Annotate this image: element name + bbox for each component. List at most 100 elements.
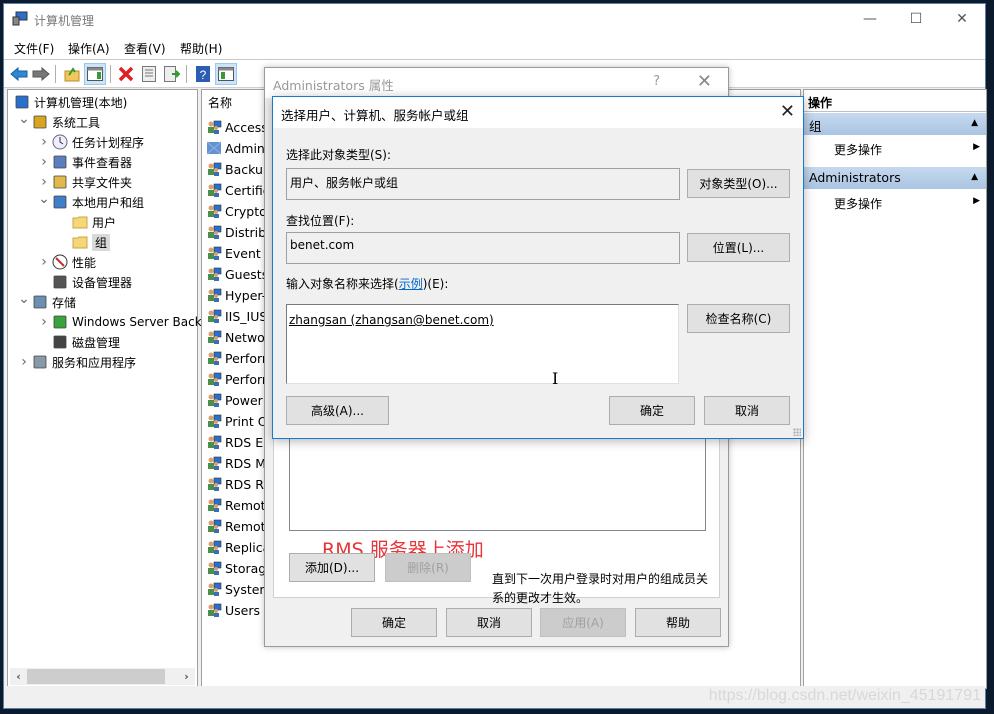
examples-link[interactable]: 示例 (399, 277, 423, 291)
up-folder-icon (64, 67, 80, 82)
chevron-right-icon[interactable]: › (18, 354, 30, 370)
check-names-button[interactable]: 检查名称(C) (687, 304, 790, 333)
chevron-right-icon[interactable]: › (38, 174, 50, 190)
more-actions-administrators[interactable]: 更多操作 ▶ (834, 191, 984, 213)
scroll-thumb[interactable] (27, 669, 165, 684)
tree-item[interactable]: › 服务和应用程序 (18, 352, 136, 372)
column-header-name[interactable]: 名称 (208, 94, 232, 111)
show-hide-action-pane-button[interactable] (215, 63, 237, 85)
group-icon (208, 435, 222, 449)
svg-text:?: ? (200, 68, 207, 82)
group-list-item[interactable]: RDS Re (206, 474, 271, 494)
chevron-right-icon[interactable]: › (38, 154, 50, 170)
group-icon (208, 204, 222, 218)
remove-member-button[interactable]: 删除(R) (385, 553, 471, 582)
tree-item-label: 任务计划程序 (72, 135, 145, 150)
tree-item-label: 服务和应用程序 (52, 355, 137, 370)
group-list-item[interactable]: Networ (206, 327, 270, 347)
help-icon: ? (196, 66, 210, 82)
menu-action[interactable]: 操作(A) (68, 40, 110, 57)
up-level-button[interactable] (61, 63, 83, 85)
tree-item[interactable]: ⌄ 系统工具 (18, 111, 100, 132)
group-name: Guests (225, 266, 269, 282)
properties-close-button[interactable]: ✕ (697, 71, 712, 92)
group-icon (208, 330, 222, 344)
collapse-up-icon: ▲ (971, 118, 978, 128)
help-button[interactable]: ? (192, 63, 214, 85)
tree-item[interactable]: › 事件查看器 (38, 152, 132, 172)
select-users-dialog: 选择用户、计算机、服务帐户或组 ✕ 选择此对象类型(S): 用户、服务帐户或组 … (272, 96, 804, 439)
group-icon (208, 267, 222, 281)
select-ok-button[interactable]: 确定 (609, 396, 695, 425)
object-type-label: 选择此对象类型(S): (286, 148, 392, 162)
tree-item[interactable]: › 任务计划程序 (38, 132, 144, 152)
maximize-button[interactable]: ☐ (893, 4, 939, 34)
group-list-item[interactable]: System (206, 579, 272, 599)
properties-cancel-button[interactable]: 取消 (446, 608, 532, 637)
chevron-right-icon[interactable]: › (38, 254, 50, 270)
advanced-button[interactable]: 高级(A)... (286, 396, 389, 425)
minimize-button[interactable]: — (847, 4, 893, 34)
delete-button[interactable] (115, 63, 137, 85)
actions-title: 操作 (804, 90, 986, 112)
tree-item[interactable]: ⌄ 本地用户和组 (38, 191, 144, 212)
disk-icon (52, 334, 68, 350)
properties-help-button[interactable]: 帮助 (635, 608, 721, 637)
group-name: Access (225, 119, 268, 135)
forward-button[interactable] (30, 63, 52, 85)
tree-item[interactable]: › Windows Server Back (38, 312, 202, 332)
help-question-button[interactable]: ? (653, 74, 660, 89)
locations-button[interactable]: 位置(L)... (687, 233, 790, 262)
backup-icon (52, 314, 68, 330)
select-dialog-close-button[interactable]: ✕ (780, 101, 795, 122)
tree-item-label: 性能 (72, 255, 97, 270)
object-names-input[interactable]: zhangsan (zhangsan@benet.com) (286, 304, 679, 384)
group-list-item[interactable]: Backup (206, 159, 271, 179)
group-icon (206, 141, 222, 155)
chevron-down-icon[interactable]: ⌄ (38, 191, 50, 207)
chevron-down-icon[interactable]: ⌄ (18, 291, 30, 307)
computer-management-icon (12, 11, 28, 26)
chevron-right-icon[interactable]: › (38, 134, 50, 150)
properties-ok-button[interactable]: 确定 (351, 608, 437, 637)
menu-help[interactable]: 帮助(H) (180, 40, 222, 57)
group-list-item[interactable]: Access (206, 117, 268, 137)
group-list-item[interactable]: Users (206, 600, 260, 620)
folder-icon (72, 234, 88, 250)
tree-item[interactable]: › 性能 (38, 252, 96, 272)
properties-apply-button[interactable]: 应用(A) (540, 608, 626, 637)
tree-item[interactable]: 用户 (58, 212, 116, 232)
tree-item[interactable]: 组 (58, 232, 111, 252)
chevron-down-icon[interactable]: ⌄ (18, 111, 30, 127)
tree-item[interactable]: 计算机管理(本地) (10, 92, 127, 112)
export-list-button[interactable] (161, 63, 183, 85)
tree-item[interactable]: ⌄ 存储 (18, 291, 76, 312)
tree-item-label: 设备管理器 (72, 275, 133, 290)
properties-button[interactable] (138, 63, 160, 85)
select-cancel-button[interactable]: 取消 (704, 396, 790, 425)
object-types-button[interactable]: 对象类型(O)... (687, 169, 790, 198)
group-icon (208, 393, 222, 407)
add-member-button[interactable]: 添加(D)... (289, 553, 375, 582)
folder-icon (72, 214, 88, 230)
close-button[interactable]: ✕ (939, 4, 985, 34)
back-button[interactable] (8, 63, 30, 85)
action-group-groups[interactable]: 组 ▲ (804, 113, 986, 135)
show-hide-tree-button[interactable] (84, 63, 106, 85)
forward-arrow-icon (32, 67, 50, 81)
menu-view[interactable]: 查看(V) (124, 40, 166, 57)
action-group-administrators[interactable]: Administrators ▲ (804, 167, 986, 189)
resize-grip[interactable] (793, 428, 801, 436)
scroll-left-icon[interactable]: ‹ (10, 668, 27, 685)
group-icon (208, 477, 222, 491)
group-name: Users (225, 602, 261, 618)
group-list-item[interactable]: Guests (206, 264, 268, 284)
menu-file[interactable]: 文件(F) (14, 40, 54, 57)
tree-item[interactable]: 设备管理器 (38, 272, 132, 292)
tree-item[interactable]: 磁盘管理 (38, 332, 120, 352)
tree-horizontal-scrollbar[interactable]: ‹ › (10, 668, 195, 685)
more-actions-groups[interactable]: 更多操作 ▶ (834, 137, 984, 159)
chevron-right-icon[interactable]: › (38, 314, 50, 330)
tree-item[interactable]: › 共享文件夹 (38, 172, 132, 192)
scroll-right-icon[interactable]: › (178, 668, 195, 685)
